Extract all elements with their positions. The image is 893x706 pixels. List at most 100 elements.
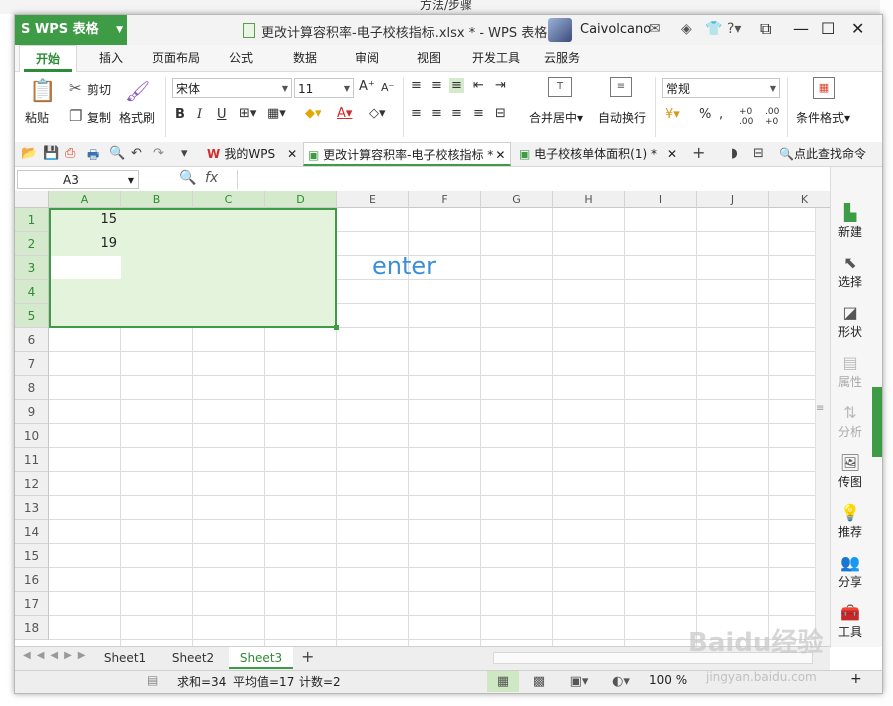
- help-icon[interactable]: ?▾: [727, 21, 741, 37]
- italic-icon[interactable]: I: [197, 107, 202, 122]
- spreadsheet-grid[interactable]: ABCDEFGHIJK 1 2 3 4 5 6 7 8 9 10 11 12 13 14 15 16 17 18 …: [15, 191, 830, 646]
- conditional-format-icon[interactable]: ▦: [813, 77, 835, 99]
- format-painter-button[interactable]: 格式刷: [119, 109, 155, 126]
- select-all-corner[interactable]: [15, 191, 49, 208]
- tab-view[interactable]: 视图: [405, 45, 453, 71]
- sidebar-properties[interactable]: ▤ 属性: [830, 353, 870, 390]
- new-tab-icon[interactable]: +: [692, 143, 705, 162]
- doc-tab-active[interactable]: ▣ 更改计算容积率-电子校核指标 * ✕: [303, 142, 511, 166]
- open-folder-icon[interactable]: 📂: [21, 146, 37, 161]
- sidebar-select[interactable]: ⬉ 选择: [830, 253, 870, 290]
- formula-input[interactable]: [237, 170, 828, 189]
- sheet-tab-2[interactable]: Sheet2: [161, 647, 225, 669]
- row-header-14[interactable]: 14: [15, 520, 49, 544]
- sheet-nav-arrows-icon[interactable]: ◀◀◀▶▶: [23, 650, 91, 661]
- align-middle-icon[interactable]: ≡: [431, 78, 442, 93]
- sidebar-tools[interactable]: 🧰 工具: [830, 603, 870, 640]
- tab-home[interactable]: 开始: [19, 45, 77, 72]
- row-header-7[interactable]: 7: [15, 352, 49, 376]
- avatar[interactable]: [548, 18, 572, 42]
- font-name-select[interactable]: 宋体 ▼: [172, 78, 292, 98]
- eye-protect-icon[interactable]: ◐▾: [605, 671, 637, 692]
- page-break-view-icon[interactable]: ▩: [523, 671, 555, 692]
- row-header-9[interactable]: 9: [15, 400, 49, 424]
- row-header-17[interactable]: 17: [15, 592, 49, 616]
- zoom-level[interactable]: 100 %: [649, 673, 687, 687]
- print-preview-icon[interactable]: 🔍: [109, 146, 125, 161]
- row-header-3[interactable]: 3: [15, 256, 49, 280]
- column-header-e[interactable]: E: [337, 191, 409, 208]
- tab-review[interactable]: 审阅: [343, 45, 391, 71]
- decrease-decimal-icon[interactable]: .00 +0: [765, 107, 779, 127]
- mail-icon[interactable]: ✉: [649, 21, 661, 37]
- percent-icon[interactable]: %: [699, 107, 711, 122]
- row-header-18[interactable]: 18: [15, 616, 49, 640]
- insert-function-icon[interactable]: fx: [205, 170, 218, 186]
- sheet-tab-1[interactable]: Sheet1: [95, 647, 155, 669]
- row-header-11[interactable]: 11: [15, 448, 49, 472]
- sidebar-recommend[interactable]: 💡 推荐: [830, 503, 870, 540]
- row-header-6[interactable]: 6: [15, 328, 49, 352]
- bold-icon[interactable]: B: [175, 107, 185, 122]
- column-header-h[interactable]: H: [553, 191, 625, 208]
- cell-A1[interactable]: 15: [51, 212, 117, 227]
- row-header-4[interactable]: 4: [15, 280, 49, 304]
- normal-view-icon[interactable]: ▦: [487, 671, 519, 692]
- gift-icon[interactable]: ◈: [681, 21, 692, 37]
- tab-data[interactable]: 数据: [281, 45, 329, 71]
- column-header-c[interactable]: C: [193, 191, 265, 208]
- underline-icon[interactable]: U: [217, 107, 227, 122]
- column-header-j[interactable]: J: [697, 191, 769, 208]
- align-left-icon[interactable]: ≡: [411, 106, 422, 121]
- zoom-in-icon[interactable]: +: [850, 671, 862, 687]
- row-header-12[interactable]: 12: [15, 472, 49, 496]
- distribute-icon[interactable]: ⊟: [495, 106, 506, 121]
- minimize-button[interactable]: —: [793, 19, 809, 38]
- row-header-1[interactable]: 1: [15, 208, 49, 232]
- indent-increase-icon[interactable]: ⇥: [495, 78, 506, 93]
- align-top-icon[interactable]: ≡: [411, 78, 422, 93]
- scroll-grip-icon[interactable]: ≡: [816, 403, 824, 414]
- font-size-select[interactable]: 11 ▼: [294, 78, 354, 98]
- column-header-k[interactable]: K: [769, 191, 830, 208]
- wrap-text-icon[interactable]: ≡: [610, 77, 632, 97]
- print-icon[interactable]: 🖶: [87, 146, 99, 168]
- merge-center-icon[interactable]: T: [548, 77, 572, 97]
- tab-formulas[interactable]: 公式: [217, 45, 265, 71]
- grow-font-icon[interactable]: A⁺: [359, 79, 375, 94]
- sidebar-new[interactable]: ▙ 新建: [830, 203, 870, 240]
- merge-center-button[interactable]: 合并居中▾: [529, 109, 583, 126]
- fill-color-icon[interactable]: ◆▾: [305, 106, 322, 121]
- row-header-8[interactable]: 8: [15, 376, 49, 400]
- row-header-10[interactable]: 10: [15, 424, 49, 448]
- align-bottom-icon[interactable]: ≡: [449, 78, 464, 93]
- tab-menu-icon[interactable]: ◗: [731, 146, 738, 161]
- align-center-icon[interactable]: ≡: [431, 106, 442, 121]
- indent-decrease-icon[interactable]: ⇤: [473, 78, 484, 93]
- row-header-16[interactable]: 16: [15, 568, 49, 592]
- skin-icon[interactable]: 👕: [705, 21, 722, 37]
- vertical-scrollbar[interactable]: [815, 208, 831, 648]
- row-header-2[interactable]: 2: [15, 232, 49, 256]
- command-search[interactable]: 🔍点此查找命令: [779, 142, 882, 166]
- paste-icon[interactable]: 📋: [29, 79, 56, 104]
- cell-style-icon[interactable]: ▦▾: [267, 106, 286, 121]
- paste-button[interactable]: 粘贴: [25, 109, 49, 126]
- sheet-tab-3[interactable]: Sheet3: [229, 647, 293, 669]
- row-header-15[interactable]: 15: [15, 544, 49, 568]
- shrink-font-icon[interactable]: A⁻: [381, 81, 394, 94]
- column-header-f[interactable]: F: [409, 191, 481, 208]
- close-icon[interactable]: ✕: [667, 147, 677, 161]
- column-header-i[interactable]: I: [625, 191, 697, 208]
- conditional-format-button[interactable]: 条件格式▾: [796, 109, 850, 126]
- restore-tab-icon[interactable]: ⧉: [760, 19, 771, 39]
- copy-button[interactable]: 复制: [87, 109, 111, 126]
- redo-icon[interactable]: ↷: [153, 146, 164, 161]
- borders-icon[interactable]: ⊞▾: [239, 106, 256, 121]
- tab-developer[interactable]: 开发工具: [465, 45, 527, 71]
- row-header-5[interactable]: 5: [15, 304, 49, 328]
- zoom-formula-icon[interactable]: 🔍: [179, 170, 196, 186]
- fill-handle[interactable]: [334, 325, 339, 330]
- brush-icon[interactable]: 🖌: [125, 79, 150, 103]
- sidebar-upload-image[interactable]: 🖼 传图: [830, 453, 870, 490]
